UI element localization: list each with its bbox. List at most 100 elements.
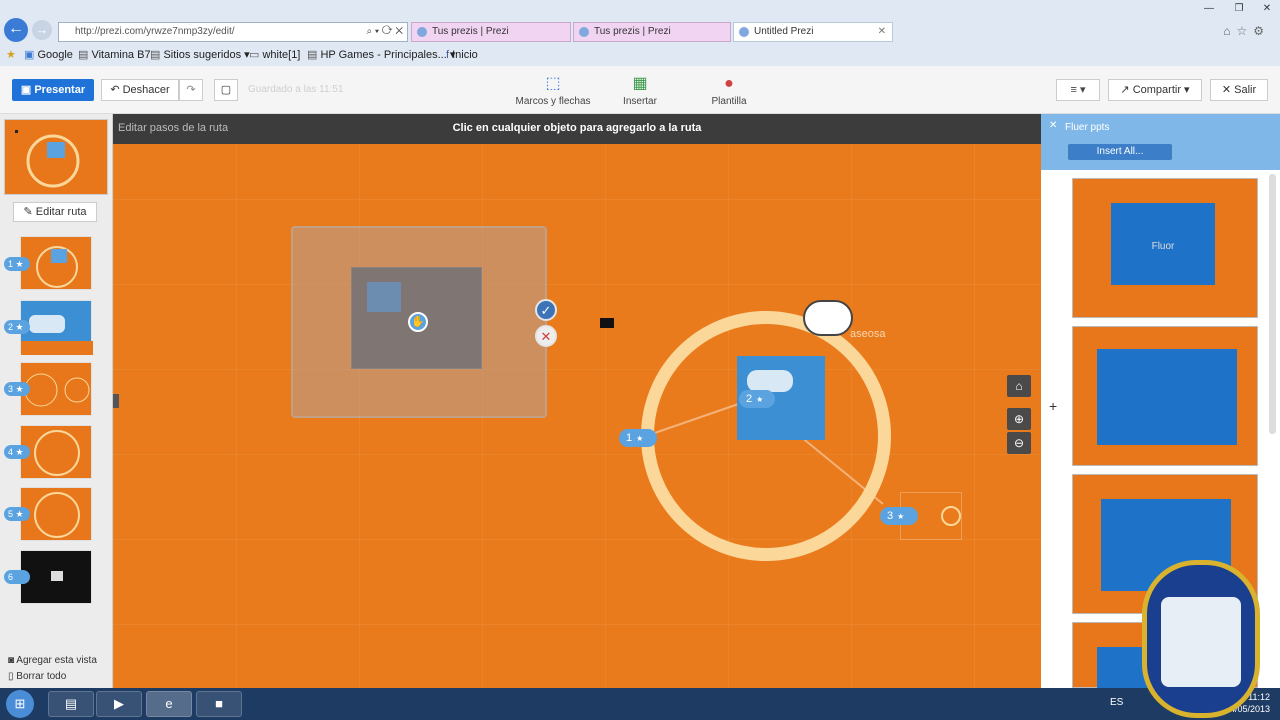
media-player-icon[interactable]: ▶ — [96, 691, 142, 717]
fav-label: Google — [37, 49, 73, 61]
prezi-canvas[interactable]: Editar pasos de la ruta Clic en cualquie… — [113, 114, 1041, 688]
address-bar[interactable]: http://prezi.com/yrwze7nmp3zy/edit/ ⌕ ▾ … — [58, 22, 408, 42]
windows-taskbar: ⊞ ▤ ▶ e ■ ES 11:12 24/05/2013 — [0, 688, 1280, 720]
path-step-thumbnail[interactable] — [20, 487, 92, 541]
tab-3[interactable]: Untitled Prezi ✕ — [733, 22, 893, 42]
recorder-icon[interactable]: ■ — [196, 691, 242, 717]
language-indicator[interactable]: ES — [1110, 697, 1123, 708]
undo-icon: ↶ — [110, 84, 123, 96]
share-label: Compartir — [1132, 84, 1181, 96]
close-icon: ✕ — [1221, 84, 1235, 96]
fav-label: Sitios sugeridos ▾ — [163, 49, 250, 61]
fav-hpgames[interactable]: ▤ HP Games - Principales... ▾ — [307, 45, 455, 65]
small-circle[interactable] — [941, 506, 961, 526]
frames-icon: ⬚ — [545, 75, 561, 92]
home-star-gear-icons[interactable]: ⌂☆⚙ — [1223, 24, 1270, 38]
path-step-thumbnail[interactable] — [20, 300, 93, 355]
cloud-shape[interactable] — [803, 300, 853, 336]
share-icon: ↗ — [1120, 84, 1133, 96]
fav-label: Vitamina B7 — [91, 49, 151, 61]
step-1-preview — [36, 246, 78, 288]
fav-sitios[interactable]: ▤ Sitios sugeridos ▾ — [150, 45, 250, 65]
exit-button[interactable]: ✕ Salir — [1210, 79, 1268, 101]
internet-explorer-icon[interactable]: e — [146, 691, 192, 717]
frames-arrows-button[interactable]: ⬚ Marcos y flechas — [514, 75, 592, 108]
template-label: Plantilla — [711, 96, 747, 107]
step-number: 6 — [8, 572, 14, 582]
template-button[interactable]: ● Plantilla — [704, 75, 754, 108]
start-button[interactable]: ⊞ — [6, 690, 34, 718]
fav-label: Inicio — [452, 49, 478, 61]
close-panel-icon[interactable]: ✕ — [1049, 120, 1057, 131]
restore-icon[interactable]: ❐ — [1226, 2, 1252, 16]
path-step-thumbnail[interactable] — [20, 425, 92, 479]
panel-scrollbar[interactable] — [1269, 174, 1276, 434]
tab-1[interactable]: Tus prezis | Prezi — [411, 22, 571, 42]
step-number: 5 — [8, 509, 14, 519]
slide-content: Fluor — [1111, 203, 1215, 285]
close-window-icon[interactable]: ✕ — [1254, 2, 1280, 16]
back-button[interactable]: ← — [4, 18, 28, 42]
insert-all-button[interactable]: Insert All... — [1068, 144, 1172, 160]
path-step-thumbnail[interactable] — [20, 362, 92, 416]
forward-button[interactable]: → — [32, 20, 52, 40]
add-view-button[interactable]: ◙ Agregar esta vista — [8, 655, 97, 666]
hamburger-icon: ≡ ▾ — [1070, 84, 1086, 96]
explorer-icon[interactable]: ▤ — [48, 691, 94, 717]
redo-button[interactable]: ↷ — [179, 79, 203, 101]
edit-route-button[interactable]: ✎ Editar ruta — [13, 202, 97, 222]
clear-all-label: Borrar todo — [16, 671, 67, 682]
undo-button[interactable]: ↶ Deshacer — [101, 79, 179, 101]
step-badge: 5 ★ — [4, 507, 30, 521]
prezi-favicon-icon — [579, 27, 589, 37]
overview-thumbnail[interactable] — [4, 119, 108, 195]
path-step-thumbnail[interactable] — [20, 550, 92, 604]
path-point-3[interactable]: 3 ★ — [880, 507, 918, 525]
ppt-slide-1[interactable]: Fluor — [1072, 178, 1258, 318]
fav-white[interactable]: ▭ white[1] — [249, 45, 300, 65]
address-bar-icons[interactable]: ⌕ ▾ ⟳ ✕ — [367, 23, 403, 41]
prezi-favicon-icon — [417, 27, 427, 37]
zoom-out-icon[interactable]: ⊖ — [1007, 432, 1031, 454]
ppt-panel-title: Fluer ppts — [1065, 122, 1110, 133]
fav-google[interactable]: ▣ Google — [24, 45, 73, 65]
zoom-in-icon[interactable]: ⊕ — [1007, 408, 1031, 430]
fav-vitamina[interactable]: ▤ Vitamina B7 — [78, 45, 151, 65]
fav-inicio[interactable]: f Inicio — [446, 45, 478, 65]
clear-all-button[interactable]: ▯ Borrar todo — [8, 671, 66, 682]
save-button[interactable]: ▢ — [214, 79, 238, 101]
gaseosa-text: aseosa — [850, 328, 886, 340]
undo-label: Deshacer — [122, 84, 170, 96]
menu-button[interactable]: ≡ ▾ — [1056, 79, 1100, 101]
step-badge: 4 ★ — [4, 445, 30, 459]
redo-icon: ↷ — [186, 84, 196, 96]
path-point-2[interactable]: 2 ★ — [739, 390, 775, 408]
path-lines — [642, 398, 884, 505]
ppt-slide-2[interactable] — [1072, 326, 1258, 466]
present-button[interactable]: ▣ Presentar — [12, 79, 94, 101]
fav-label: white[1] — [262, 49, 301, 61]
close-tab-icon[interactable]: ✕ — [878, 23, 886, 41]
path-point-1[interactable]: 1 ★ — [619, 429, 657, 447]
path-sidebar: ✎ Editar ruta 1 ★ 2 ★ 3 ★ 4 ★ 5 ★ 6 ◙ Ag… — [0, 114, 113, 688]
favorites-star-icon[interactable]: ★ — [6, 45, 16, 65]
star-icon: ★ — [897, 512, 905, 521]
tab-2[interactable]: Tus prezis | Prezi — [573, 22, 731, 42]
image-highlight — [747, 370, 793, 392]
share-button[interactable]: ↗ Compartir ▾ — [1108, 79, 1202, 101]
step-4-preview — [34, 430, 80, 476]
step-badge: 6 — [4, 570, 30, 584]
insert-button[interactable]: ▦ Insertar — [615, 76, 665, 108]
home-icon[interactable]: ⌂ — [1007, 375, 1031, 397]
step-3-preview — [24, 373, 90, 407]
prezi-toolbar: ▣ Presentar ↶ Deshacer ↷ ▢ Guardado a la… — [0, 66, 1280, 114]
emblem-shield — [1161, 597, 1241, 687]
browser-chrome: ← → http://prezi.com/yrwze7nmp3zy/edit/ … — [0, 0, 1280, 66]
minimize-icon[interactable]: — — [1196, 2, 1222, 16]
template-icon: ● — [724, 75, 734, 92]
star-icon: ★ — [756, 395, 764, 404]
path-step-thumbnail[interactable] — [20, 236, 92, 290]
tab-label: Tus prezis | Prezi — [432, 26, 509, 37]
tab-label: Tus prezis | Prezi — [594, 26, 671, 37]
add-icon[interactable]: + — [1049, 398, 1057, 414]
